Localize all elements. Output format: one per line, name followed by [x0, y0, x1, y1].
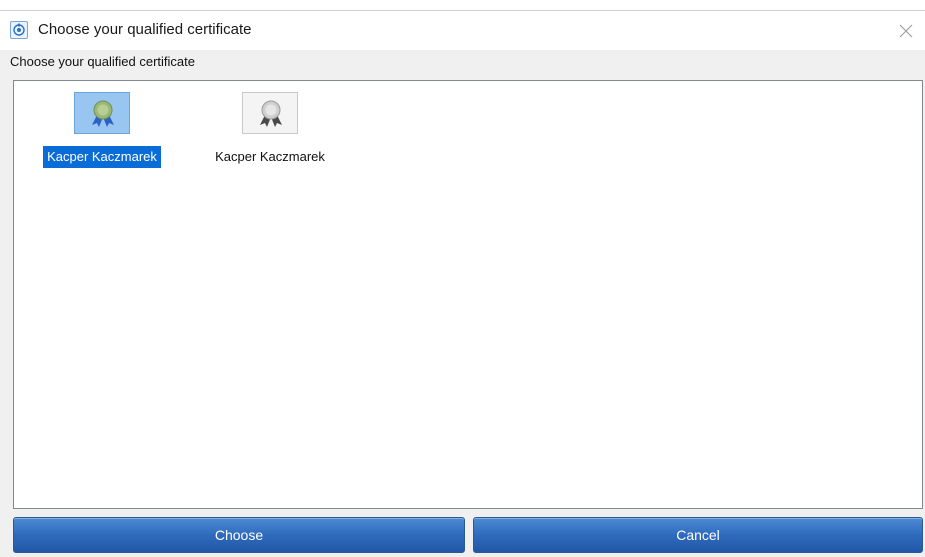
certificate-list[interactable]: Kacper Kaczmarek Kacper Kaczmarek — [13, 80, 923, 509]
window-title: Choose your qualified certificate — [38, 21, 252, 38]
certificate-item[interactable]: Kacper Kaczmarek — [200, 81, 340, 181]
app-seal-icon — [10, 21, 28, 39]
prompt-label: Choose your qualified certificate — [10, 54, 195, 69]
cancel-button[interactable]: Cancel — [473, 517, 923, 553]
certificate-name: Kacper Kaczmarek — [32, 146, 172, 168]
certificate-item-selected[interactable]: Kacper Kaczmarek — [32, 81, 172, 181]
certificate-icon — [242, 92, 298, 134]
close-icon[interactable] — [893, 18, 919, 44]
dialog-body: Choose your qualified certificate Kacper… — [0, 50, 925, 557]
certificate-dialog: Choose your qualified certificate Choose… — [0, 0, 925, 557]
title-bar[interactable]: Choose your qualified certificate — [0, 10, 925, 51]
certificate-icon — [74, 92, 130, 134]
certificate-name: Kacper Kaczmarek — [215, 149, 325, 164]
choose-button[interactable]: Choose — [13, 517, 465, 553]
